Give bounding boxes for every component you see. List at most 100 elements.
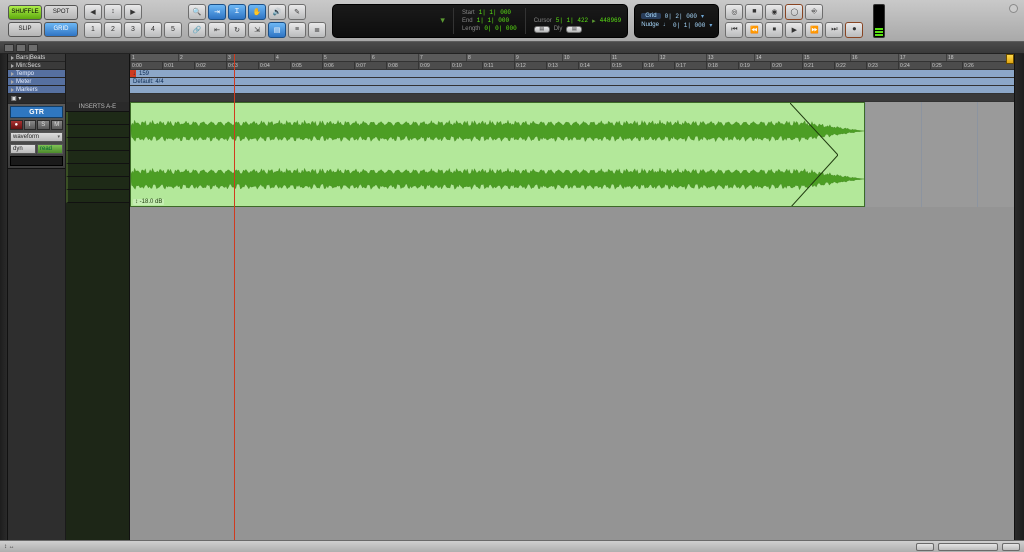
trim-tool-icon[interactable]: ⇥ [208, 4, 226, 20]
track-mute-button[interactable]: M [51, 120, 64, 130]
window-config-icon[interactable] [1009, 4, 1018, 13]
scrub-tool-icon[interactable]: 🔊 [268, 4, 286, 20]
rtz-icon[interactable]: ⏮ [725, 22, 743, 38]
mode-grid[interactable]: GRID [44, 22, 78, 37]
stop-icon[interactable]: ⏹ [765, 22, 783, 38]
cursor-samples: 448969 [600, 17, 622, 24]
zoom-preset-5[interactable]: 5 [164, 22, 182, 38]
loop-playback-icon[interactable]: ↻ [228, 22, 246, 38]
zoom-in-h-icon[interactable]: ▶ [124, 4, 142, 20]
selector-tool-icon[interactable]: Ꮖ [228, 4, 246, 20]
edit-area[interactable]: 123456789101112131415161718 0:000:010:02… [130, 54, 1014, 540]
insert-slot[interactable] [66, 190, 129, 203]
strip-btn[interactable] [28, 44, 38, 52]
record-icon[interactable]: ⏺ [845, 22, 863, 38]
dly-dropdown[interactable]: ▤ [566, 26, 582, 33]
ruler-meter[interactable]: Default: 4/4 [130, 78, 1014, 86]
grid-nudge-panel: Grid0| 2| 000▾ Nudge♩0| 1| 000▾ [634, 4, 719, 38]
play-icon[interactable]: ▶ [785, 22, 803, 38]
clip-gain-label: ↕ -18.0 dB [133, 199, 164, 205]
insert-slot[interactable] [66, 177, 129, 190]
online-icon[interactable]: ◎ [725, 4, 743, 20]
mode-slip[interactable]: SLIP [8, 22, 42, 37]
strip-btn[interactable] [16, 44, 26, 52]
track-solo-button[interactable]: S [37, 120, 50, 130]
mode-spot[interactable]: SPOT [44, 5, 78, 20]
automation-follows-icon[interactable]: ≡ [288, 22, 306, 38]
insert-slot[interactable] [66, 112, 129, 125]
tracks-column: Bars|Beats Min:Secs Tempo Meter Markers … [8, 54, 66, 540]
count-off-icon[interactable]: ◯ [785, 4, 803, 20]
waveform-right [131, 159, 864, 199]
gte-icon[interactable]: ⏭ [825, 22, 843, 38]
status-bar: ↕ ↔ [0, 540, 1024, 552]
sel-length[interactable]: 0| 0| 000 [484, 25, 516, 32]
song-end-marker[interactable] [1006, 54, 1014, 64]
timeline-dropdown[interactable]: ▤ [534, 26, 550, 33]
layered-editing-icon[interactable]: ≣ [308, 22, 326, 38]
track-auto-read[interactable]: read [37, 144, 63, 154]
output-meter [873, 4, 885, 38]
midi-merge-icon[interactable]: ⎆ [805, 4, 823, 20]
hzoom-slider[interactable] [938, 543, 998, 551]
sel-start[interactable]: 1| 1| 000 [479, 9, 511, 16]
link-toggle-icon[interactable]: 🔗 [188, 22, 206, 38]
mode-shuffle[interactable]: SHUFFLE [8, 5, 42, 20]
inserts-header[interactable]: INSERTS A-E [66, 102, 129, 112]
ffwd-icon[interactable]: ⏩ [805, 22, 823, 38]
tracklist-header[interactable]: ▣ ▾ [8, 94, 65, 104]
main-counter: 1| 1| 000 ▾ Start1| 1| 000 End1| 1| 000 … [332, 4, 628, 38]
track-volume-slider[interactable] [10, 156, 63, 166]
track-auto-mode[interactable]: dyn [10, 144, 36, 154]
empty-canvas[interactable] [130, 207, 1014, 540]
ruler-hdr-markers[interactable]: Markers [8, 86, 65, 94]
insert-slot[interactable] [66, 151, 129, 164]
metronome-icon[interactable]: ◉ [765, 4, 783, 20]
ruler-tempo[interactable]: ♩159 [130, 70, 1014, 78]
rewind-icon[interactable]: ⏪ [745, 22, 763, 38]
hzoom-in[interactable] [1002, 543, 1020, 551]
strip-btn[interactable] [4, 44, 14, 52]
ruler-minsec[interactable]: 0:000:010:020:030:040:050:060:070:080:09… [130, 62, 1014, 70]
insert-slot[interactable] [66, 125, 129, 138]
grid-pill[interactable]: Grid [641, 13, 660, 19]
track-input-button[interactable]: I [24, 120, 37, 130]
track-lane[interactable]: ↕ -18.0 dB [130, 102, 1014, 207]
mirrored-midi-icon[interactable]: ▤ [268, 22, 286, 38]
zoom-preset-4[interactable]: 4 [144, 22, 162, 38]
zoom-preset-2[interactable]: 2 [104, 22, 122, 38]
pencil-tool-icon[interactable]: ✎ [288, 4, 306, 20]
left-gutter [0, 54, 8, 540]
ruler-clips[interactable] [130, 94, 1014, 102]
track-view-selector[interactable]: waveform▾ [10, 132, 63, 142]
zoomer-tool-icon[interactable]: 🔍 [188, 4, 206, 20]
zoom-preset-icon[interactable]: ↕ [104, 4, 122, 20]
tab-to-transient-icon[interactable]: ⇤ [208, 22, 226, 38]
insertion-follows-icon[interactable]: ⇲ [248, 22, 266, 38]
hzoom-out[interactable] [916, 543, 934, 551]
audio-clip[interactable]: ↕ -18.0 dB [130, 102, 865, 207]
edit-cursor [234, 54, 235, 540]
inserts-column: INSERTS A-E [66, 54, 130, 540]
zoom-preset-3[interactable]: 3 [124, 22, 142, 38]
cursor-pos: 5| 1| 422 [556, 17, 588, 24]
insert-slot[interactable] [66, 164, 129, 177]
rulers: 123456789101112131415161718 0:000:010:02… [130, 54, 1014, 102]
zoom-out-h-icon[interactable]: ◀ [84, 4, 102, 20]
track-name[interactable]: GTR [10, 106, 63, 118]
empty-lane-grid [865, 102, 1014, 207]
inserts-body [66, 112, 129, 203]
ruler-bars[interactable]: 123456789101112131415161718 [130, 54, 1014, 62]
insert-slot[interactable] [66, 138, 129, 151]
grid-value[interactable]: 0| 2| 000 [665, 13, 697, 20]
nudge-value[interactable]: 0| 1| 000 [673, 22, 705, 29]
track-record-button[interactable]: ● [10, 120, 23, 130]
sel-end[interactable]: 1| 1| 000 [477, 17, 509, 24]
zoom-preset-1[interactable]: 1 [84, 22, 102, 38]
ruler-markers[interactable] [130, 86, 1014, 94]
return-to-start-icon[interactable]: ■ [745, 4, 763, 20]
status-left: ↕ ↔ [4, 544, 15, 550]
edit-window: Bars|Beats Min:Secs Tempo Meter Markers … [0, 54, 1024, 540]
grabber-tool-icon[interactable]: ✋ [248, 4, 266, 20]
right-gutter [1014, 54, 1024, 540]
